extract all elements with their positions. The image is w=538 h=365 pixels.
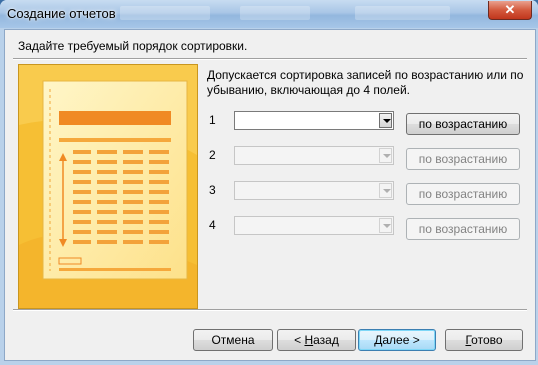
dropdown-arrow-icon[interactable] bbox=[379, 148, 392, 163]
top-divider bbox=[13, 58, 527, 60]
sort-order-4-button[interactable]: по возрастанию bbox=[406, 218, 520, 240]
sort-row-1-number: 1 bbox=[209, 113, 216, 127]
title-bar-reflection bbox=[355, 6, 450, 20]
sort-order-1-button[interactable]: по возрастанию bbox=[406, 113, 520, 135]
sort-row-2-number: 2 bbox=[209, 148, 216, 162]
back-button-label: азад bbox=[313, 333, 339, 347]
sort-field-4-combobox[interactable] bbox=[234, 216, 394, 235]
next-button-label: алее > bbox=[382, 333, 420, 347]
next-button[interactable]: Далее > bbox=[358, 329, 436, 351]
step-heading: Задайте требуемый порядок сортировки. bbox=[18, 39, 248, 53]
report-sort-illustration-icon bbox=[19, 65, 197, 308]
title-bar[interactable]: Создание отчетов ✕ bbox=[0, 0, 538, 28]
title-bar-reflection bbox=[240, 6, 310, 20]
wizard-body: Задайте требуемый порядок сортировки. До… bbox=[4, 29, 536, 361]
back-button-prefix: < bbox=[294, 333, 305, 347]
sort-order-3-button[interactable]: по возрастанию bbox=[406, 183, 520, 205]
close-icon: ✕ bbox=[504, 2, 516, 17]
sort-description: Допускается сортировка записей по возрас… bbox=[207, 68, 524, 97]
finish-button-label: отово bbox=[471, 333, 503, 347]
dropdown-arrow-icon[interactable] bbox=[379, 218, 392, 233]
sort-field-1-combobox[interactable] bbox=[234, 111, 394, 130]
back-button[interactable]: < Назад bbox=[277, 329, 356, 351]
dropdown-arrow-icon[interactable] bbox=[379, 183, 392, 198]
close-button[interactable]: ✕ bbox=[488, 1, 532, 20]
sort-field-3-combobox[interactable] bbox=[234, 181, 394, 200]
window-title: Создание отчетов bbox=[7, 6, 116, 21]
report-wizard-window: Создание отчетов ✕ Задайте требуемый пор… bbox=[0, 0, 538, 365]
cancel-button[interactable]: Отмена bbox=[193, 329, 273, 351]
finish-button[interactable]: Готово bbox=[445, 329, 523, 351]
title-bar-reflection bbox=[120, 6, 210, 20]
sort-order-2-button[interactable]: по возрастанию bbox=[406, 148, 520, 170]
sort-row-4-number: 4 bbox=[209, 218, 216, 232]
dropdown-arrow-icon[interactable] bbox=[379, 113, 392, 128]
sort-field-2-combobox[interactable] bbox=[234, 146, 394, 165]
bottom-divider bbox=[13, 309, 527, 311]
report-illustration bbox=[18, 64, 198, 309]
back-button-accelerator: Н bbox=[304, 333, 314, 347]
sort-row-3-number: 3 bbox=[209, 183, 216, 197]
